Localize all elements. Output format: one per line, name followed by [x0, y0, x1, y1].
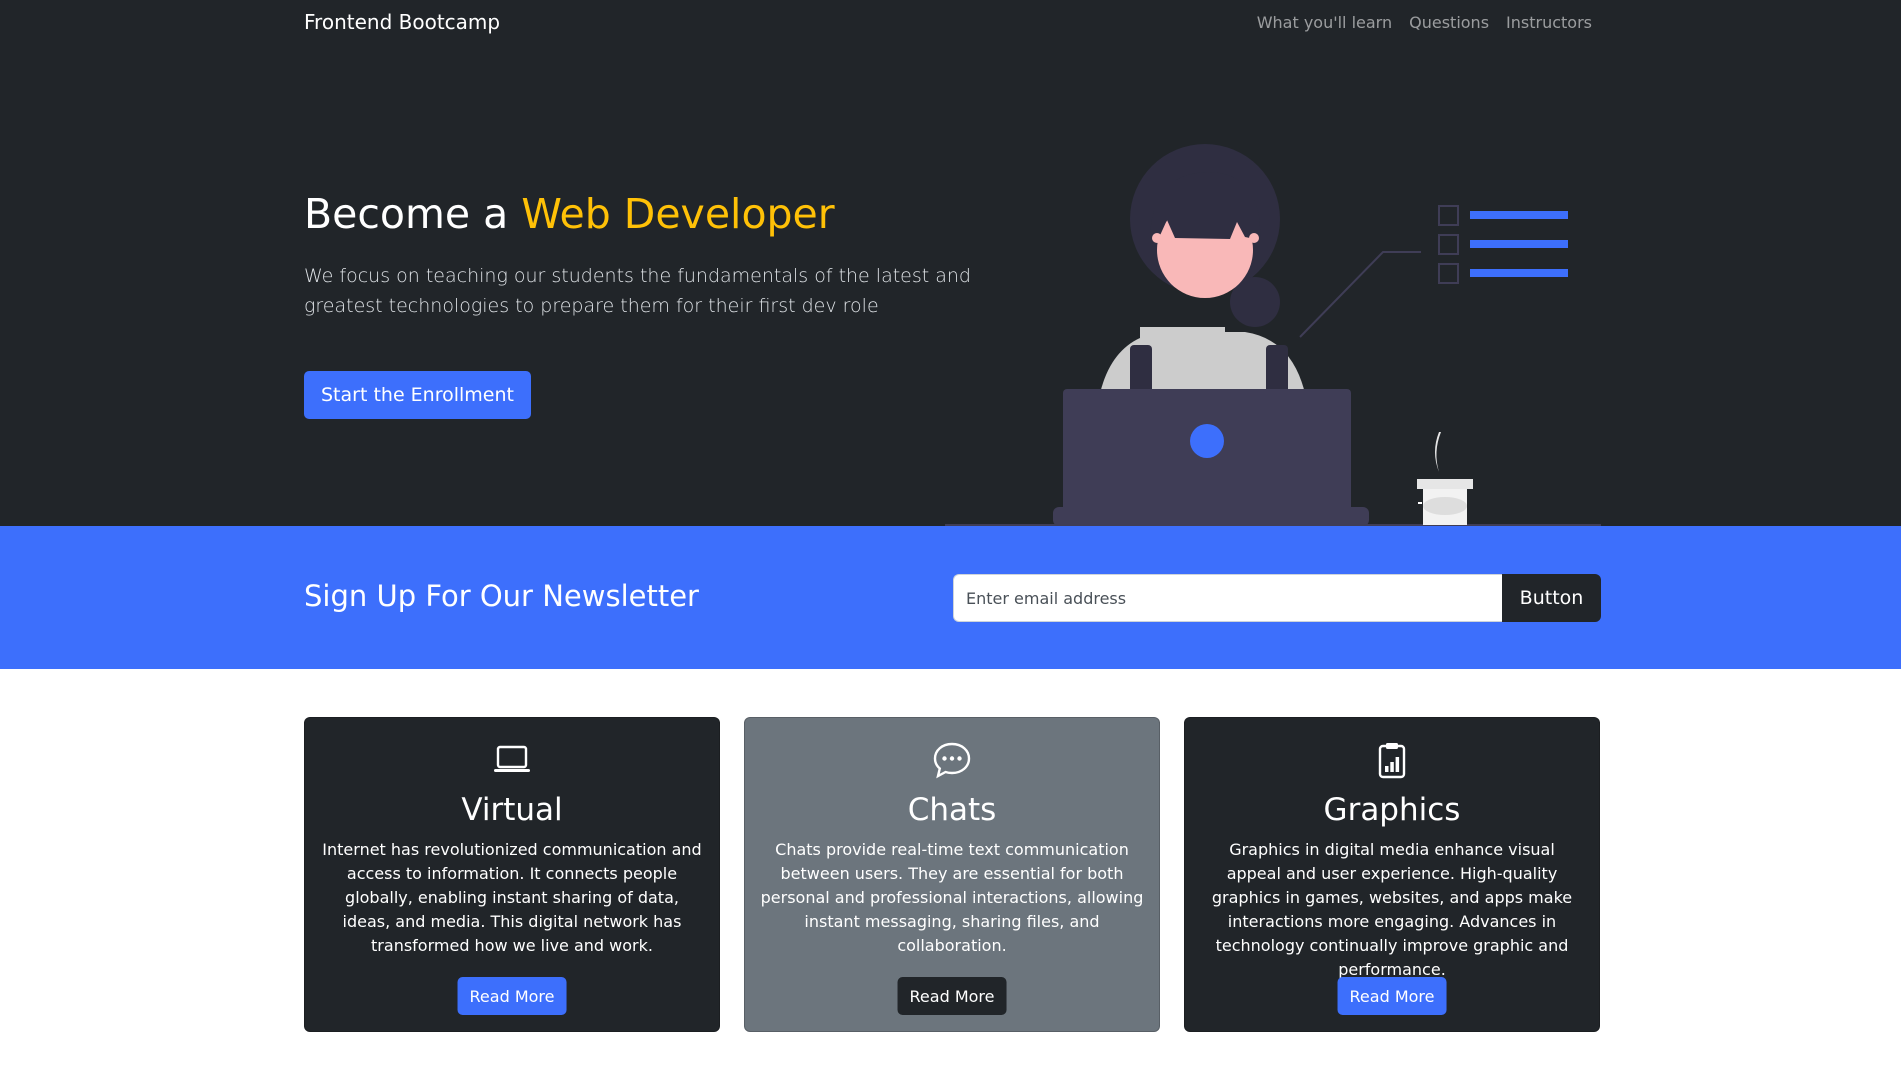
navbar: Frontend Bootcamp What you'll learn Ques…: [0, 0, 1901, 46]
start-enrollment-button[interactable]: Start the Enrollment: [304, 371, 531, 419]
newsletter-section: Sign Up For Our Newsletter Button: [0, 526, 1901, 669]
card-chats: Chats Chats provide real-time text commu…: [744, 717, 1160, 1032]
read-more-button[interactable]: Read More: [1337, 977, 1447, 1015]
brand-link[interactable]: Frontend Bootcamp: [304, 10, 500, 34]
hero-lead: We focus on teaching our students the fu…: [304, 265, 971, 317]
laptop-icon: [494, 745, 530, 772]
nav-link-questions[interactable]: Questions: [1409, 13, 1489, 32]
hero-title-prefix: Become a: [304, 190, 522, 238]
newsletter-input-group: Button: [953, 574, 1601, 622]
card-title: Graphics: [1323, 792, 1461, 828]
newsletter-submit-button[interactable]: Button: [1502, 574, 1601, 622]
card-title: Chats: [907, 792, 997, 828]
hero-section: Become a Web Developer We focus on teach…: [0, 46, 1901, 526]
developer-illustration: [945, 144, 1601, 526]
card-title: Virtual: [461, 792, 563, 828]
nav-links: What you'll learn Questions Instructors: [1257, 13, 1592, 32]
nav-link-instructors[interactable]: Instructors: [1506, 13, 1592, 32]
hero-title: Become a Web Developer: [304, 190, 835, 238]
chat-dots-icon: [933, 742, 971, 779]
features-cards: Virtual Internet has revolutionized comm…: [304, 717, 1601, 1032]
newsletter-title: Sign Up For Our Newsletter: [304, 579, 699, 613]
card-graphics: Graphics Graphics in digital media enhan…: [1184, 717, 1600, 1032]
nav-link-what-youll-learn[interactable]: What you'll learn: [1257, 13, 1392, 32]
card-virtual: Virtual Internet has revolutionized comm…: [304, 717, 720, 1032]
read-more-button[interactable]: Read More: [457, 977, 567, 1015]
hero-title-accent: Web Developer: [521, 190, 835, 238]
email-input[interactable]: [953, 574, 1502, 622]
card-text: Internet has revolutionized communicatio…: [322, 840, 702, 955]
card-text: Graphics in digital media enhance visual…: [1211, 840, 1573, 979]
clipboard-chart-icon: [1378, 743, 1406, 779]
read-more-button[interactable]: Read More: [897, 977, 1007, 1015]
card-text: Chats provide real-time text communicati…: [760, 840, 1144, 955]
